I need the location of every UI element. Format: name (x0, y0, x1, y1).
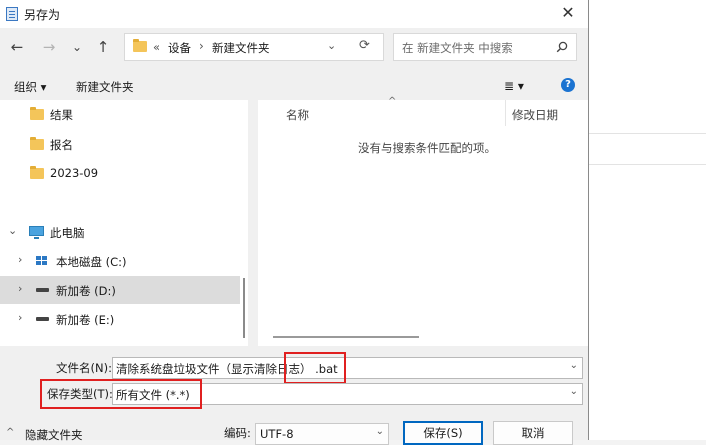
computer-icon (29, 226, 44, 239)
filetype-highlight-box (40, 379, 202, 409)
save-button[interactable]: 保存(S) (403, 421, 483, 445)
dialog-title: 另存为 (24, 8, 61, 22)
back-button[interactable]: ← (6, 36, 28, 58)
chevron-down-icon[interactable]: ⌄ (8, 224, 17, 237)
breadcrumb-overflow[interactable]: « (153, 40, 160, 54)
filename-input[interactable]: 清除系统盘垃圾文件（显示清除日志） .bat ⌄ (112, 357, 583, 379)
cancel-button[interactable]: 取消 (493, 421, 573, 445)
recent-locations-button[interactable]: ⌄ (66, 36, 88, 58)
navigation-pane: 结果 报名 2023-09 ⌄ 此电脑 › 本地磁盘 (C:) › 新加卷 (D… (0, 100, 248, 346)
background-editor (588, 0, 706, 440)
background-divider (588, 164, 706, 165)
encoding-select[interactable]: UTF-8 ⌄ (255, 423, 389, 445)
tree-item-label: 报名 (50, 138, 73, 152)
chevron-right-icon[interactable]: › (18, 282, 22, 295)
tree-item-label: 2023-09 (50, 166, 99, 180)
save-as-dialog: 另存为 ✕ ← → ⌄ ↑ « 设备 › 新建文件夹 ⌄ ⟳ 在 新建文件夹 中… (0, 0, 589, 445)
command-bar: 组织 ▾ 新建文件夹 ≣ ▾ ? (0, 72, 588, 100)
organize-menu[interactable]: 组织 ▾ (14, 79, 46, 95)
folder-icon (133, 39, 147, 52)
column-header-modified[interactable]: 修改日期 (512, 107, 558, 123)
filename-label: 文件名(N): (56, 361, 112, 375)
background-divider (588, 133, 706, 134)
notepad-icon (6, 7, 18, 21)
column-divider[interactable] (505, 100, 506, 126)
breadcrumb-item[interactable]: 新建文件夹 (212, 40, 270, 56)
title-bar: 另存为 ✕ (0, 0, 588, 28)
close-button[interactable]: ✕ (548, 0, 588, 28)
tree-item[interactable]: 2023-09 (0, 159, 240, 187)
search-input[interactable]: 在 新建文件夹 中搜索 (393, 33, 577, 61)
tree-item[interactable]: 报名 (0, 130, 240, 158)
encoding-label: 编码: (224, 426, 251, 440)
tree-item-drive-c[interactable]: › 本地磁盘 (C:) (0, 247, 240, 275)
chevron-down-icon[interactable]: ⌄ (570, 360, 578, 371)
folder-icon (30, 107, 44, 120)
save-form: 文件名(N): 清除系统盘垃圾文件（显示清除日志） .bat ⌄ 保存类型(T)… (0, 346, 588, 445)
chevron-right-icon[interactable]: › (18, 311, 22, 324)
address-bar[interactable]: « 设备 › 新建文件夹 ⌄ ⟳ (124, 33, 384, 61)
chevron-down-icon[interactable]: ⌄ (376, 426, 384, 437)
column-header-name[interactable]: 名称 (286, 107, 309, 123)
system-drive-icon (36, 256, 48, 266)
encoding-value: UTF-8 (260, 427, 294, 441)
help-icon[interactable]: ? (561, 78, 575, 92)
hide-folders-button[interactable]: 隐藏文件夹 (25, 427, 83, 443)
tree-item-label: 此电脑 (50, 226, 85, 240)
new-folder-button[interactable]: 新建文件夹 (76, 79, 134, 95)
tree-item-drive-d[interactable]: › 新加卷 (D:) (0, 276, 240, 304)
extension-highlight-box (284, 352, 346, 384)
tree-item-label: 结果 (50, 108, 73, 122)
refresh-button[interactable]: ⟳ (359, 38, 370, 53)
search-icon[interactable] (556, 41, 568, 53)
navigation-bar: ← → ⌄ ↑ « 设备 › 新建文件夹 ⌄ ⟳ 在 新建文件夹 中搜索 (0, 28, 588, 66)
chevron-down-icon[interactable]: ⌄ (327, 39, 336, 52)
drive-icon (36, 317, 49, 321)
forward-button[interactable]: → (38, 36, 60, 58)
scrollbar-thumb[interactable] (243, 278, 245, 338)
chevron-down-icon[interactable]: ⌄ (570, 386, 578, 397)
sort-ascending-icon: ^ (388, 96, 397, 107)
tree-item-label: 新加卷 (E:) (56, 313, 115, 327)
file-list: ^ 名称 修改日期 没有与搜索条件匹配的项。 (258, 96, 588, 346)
chevron-right-icon[interactable]: › (199, 39, 204, 53)
folder-icon (30, 166, 44, 179)
chevron-right-icon[interactable]: › (18, 253, 22, 266)
view-options-button[interactable]: ≣ ▾ (504, 79, 524, 93)
tree-item[interactable]: 结果 (0, 100, 240, 128)
search-placeholder: 在 新建文件夹 中搜索 (402, 41, 513, 55)
tree-item-label: 本地磁盘 (C:) (56, 255, 127, 269)
empty-message: 没有与搜索条件匹配的项。 (358, 141, 496, 155)
chevron-up-icon[interactable]: ^ (6, 427, 14, 438)
horizontal-scrollbar[interactable] (273, 336, 419, 338)
tree-item-drive-e[interactable]: › 新加卷 (E:) (0, 305, 240, 333)
navigation-pane-scrollbar[interactable] (241, 100, 247, 346)
up-button[interactable]: ↑ (92, 36, 114, 58)
folder-icon (30, 137, 44, 150)
breadcrumb-item[interactable]: 设备 (168, 40, 191, 56)
drive-icon (36, 288, 49, 292)
tree-item-this-pc[interactable]: ⌄ 此电脑 (0, 218, 240, 246)
tree-item-label: 新加卷 (D:) (56, 284, 116, 298)
